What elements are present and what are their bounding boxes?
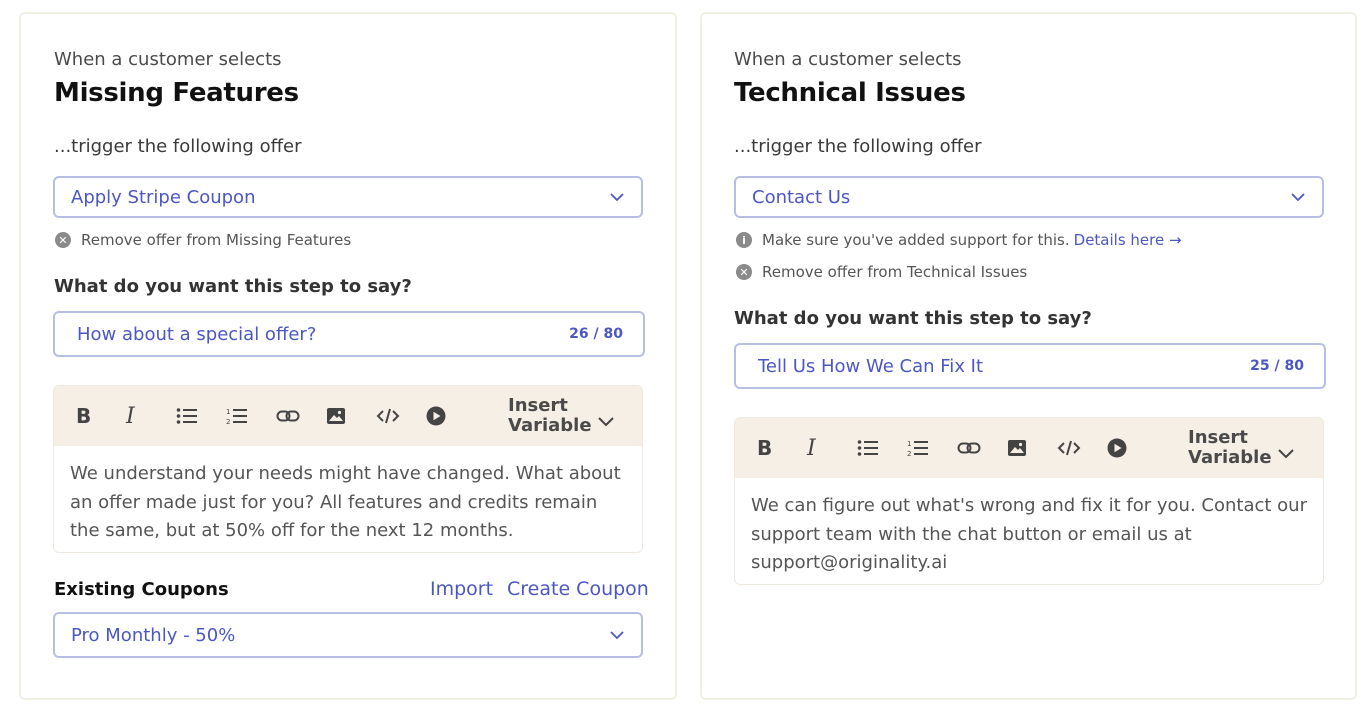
chevron-down-icon [609, 627, 625, 643]
coupon-select[interactable]: Pro Monthly - 50% [53, 612, 643, 658]
video-icon[interactable] [426, 401, 476, 431]
info-icon: i [736, 232, 752, 248]
step-question: What do you want this step to say? [54, 276, 412, 297]
headline-input[interactable]: Tell Us How We Can Fix It 25 / 80 [734, 343, 1326, 389]
reason-title: Technical Issues [734, 78, 966, 108]
numbered-list-icon[interactable]: 12 [907, 433, 957, 463]
editor-body-text[interactable]: We can figure out what's wrong and fix i… [735, 478, 1323, 584]
code-icon[interactable] [1057, 433, 1107, 463]
insert-variable-label: Insert Variable [1188, 427, 1272, 468]
svg-text:2: 2 [907, 450, 911, 457]
offer-select-value: Contact Us [752, 186, 851, 208]
link-icon[interactable] [276, 401, 326, 431]
headline-input-value: Tell Us How We Can Fix It [758, 355, 984, 377]
offer-select[interactable]: Contact Us [734, 176, 1324, 218]
svg-text:1: 1 [226, 408, 230, 416]
offer-select-value: Apply Stripe Coupon [71, 186, 256, 208]
numbered-list-icon[interactable]: 12 [226, 401, 276, 431]
chevron-down-icon [609, 189, 625, 205]
existing-coupons-label: Existing Coupons [54, 579, 229, 600]
trigger-label: ...trigger the following offer [54, 136, 302, 157]
headline-input[interactable]: How about a special offer? 26 / 80 [53, 311, 645, 357]
reason-title: Missing Features [54, 78, 299, 108]
link-icon[interactable] [957, 433, 1007, 463]
remove-offer-label: Remove offer from Technical Issues [762, 263, 1028, 281]
import-link[interactable]: Import [430, 578, 493, 600]
character-count: 26 / 80 [569, 326, 623, 342]
chevron-down-icon [1290, 189, 1306, 205]
image-icon[interactable] [1007, 433, 1057, 463]
offer-card-technical-issues: When a customer selects Technical Issues… [700, 12, 1357, 700]
when-label: When a customer selects [734, 49, 962, 70]
italic-icon[interactable]: I [807, 433, 857, 463]
character-count: 25 / 80 [1250, 358, 1304, 374]
bullet-list-icon[interactable] [176, 401, 226, 431]
remove-offer-label: Remove offer from Missing Features [81, 231, 352, 249]
support-info-note: i Make sure you've added support for thi… [736, 231, 1182, 249]
insert-variable-dropdown[interactable]: Insert Variable [1188, 428, 1294, 468]
bold-icon[interactable]: B [76, 401, 126, 431]
remove-circle-icon: ✕ [736, 264, 752, 280]
coupon-select-value: Pro Monthly - 50% [71, 624, 236, 646]
support-info-text: Make sure you've added support for this. [762, 231, 1070, 249]
image-icon[interactable] [326, 401, 376, 431]
offer-card-missing-features: When a customer selects Missing Features… [19, 12, 677, 700]
svg-text:1: 1 [907, 440, 911, 448]
insert-variable-dropdown[interactable]: Insert Variable [508, 396, 614, 436]
remove-offer-link[interactable]: ✕ Remove offer from Technical Issues [736, 263, 1027, 281]
step-question: What do you want this step to say? [734, 308, 1092, 329]
remove-offer-link[interactable]: ✕ Remove offer from Missing Features [55, 231, 351, 249]
details-here-link[interactable]: Details here → [1074, 231, 1182, 249]
chevron-down-icon [597, 412, 614, 436]
bullet-list-icon[interactable] [857, 433, 907, 463]
svg-text:2: 2 [226, 418, 230, 425]
code-icon[interactable] [376, 401, 426, 431]
rich-text-editor[interactable]: B I 12 Insert Variable [734, 417, 1324, 585]
when-label: When a customer selects [54, 49, 282, 70]
offer-select[interactable]: Apply Stripe Coupon [53, 176, 643, 218]
trigger-label: ...trigger the following offer [734, 136, 982, 157]
editor-toolbar: B I 12 Insert Variable [735, 418, 1323, 478]
italic-icon[interactable]: I [126, 401, 176, 431]
video-icon[interactable] [1107, 433, 1157, 463]
bold-icon[interactable]: B [757, 433, 807, 463]
headline-input-value: How about a special offer? [77, 323, 317, 345]
chevron-down-icon [1277, 444, 1294, 468]
editor-body-text[interactable]: We understand your needs might have chan… [54, 446, 642, 552]
create-coupon-link[interactable]: Create Coupon [507, 578, 649, 600]
rich-text-editor[interactable]: B I 12 Insert Variable [53, 385, 643, 553]
editor-toolbar: B I 12 Insert Variable [54, 386, 642, 446]
remove-circle-icon: ✕ [55, 232, 71, 248]
insert-variable-label: Insert Variable [508, 395, 592, 436]
